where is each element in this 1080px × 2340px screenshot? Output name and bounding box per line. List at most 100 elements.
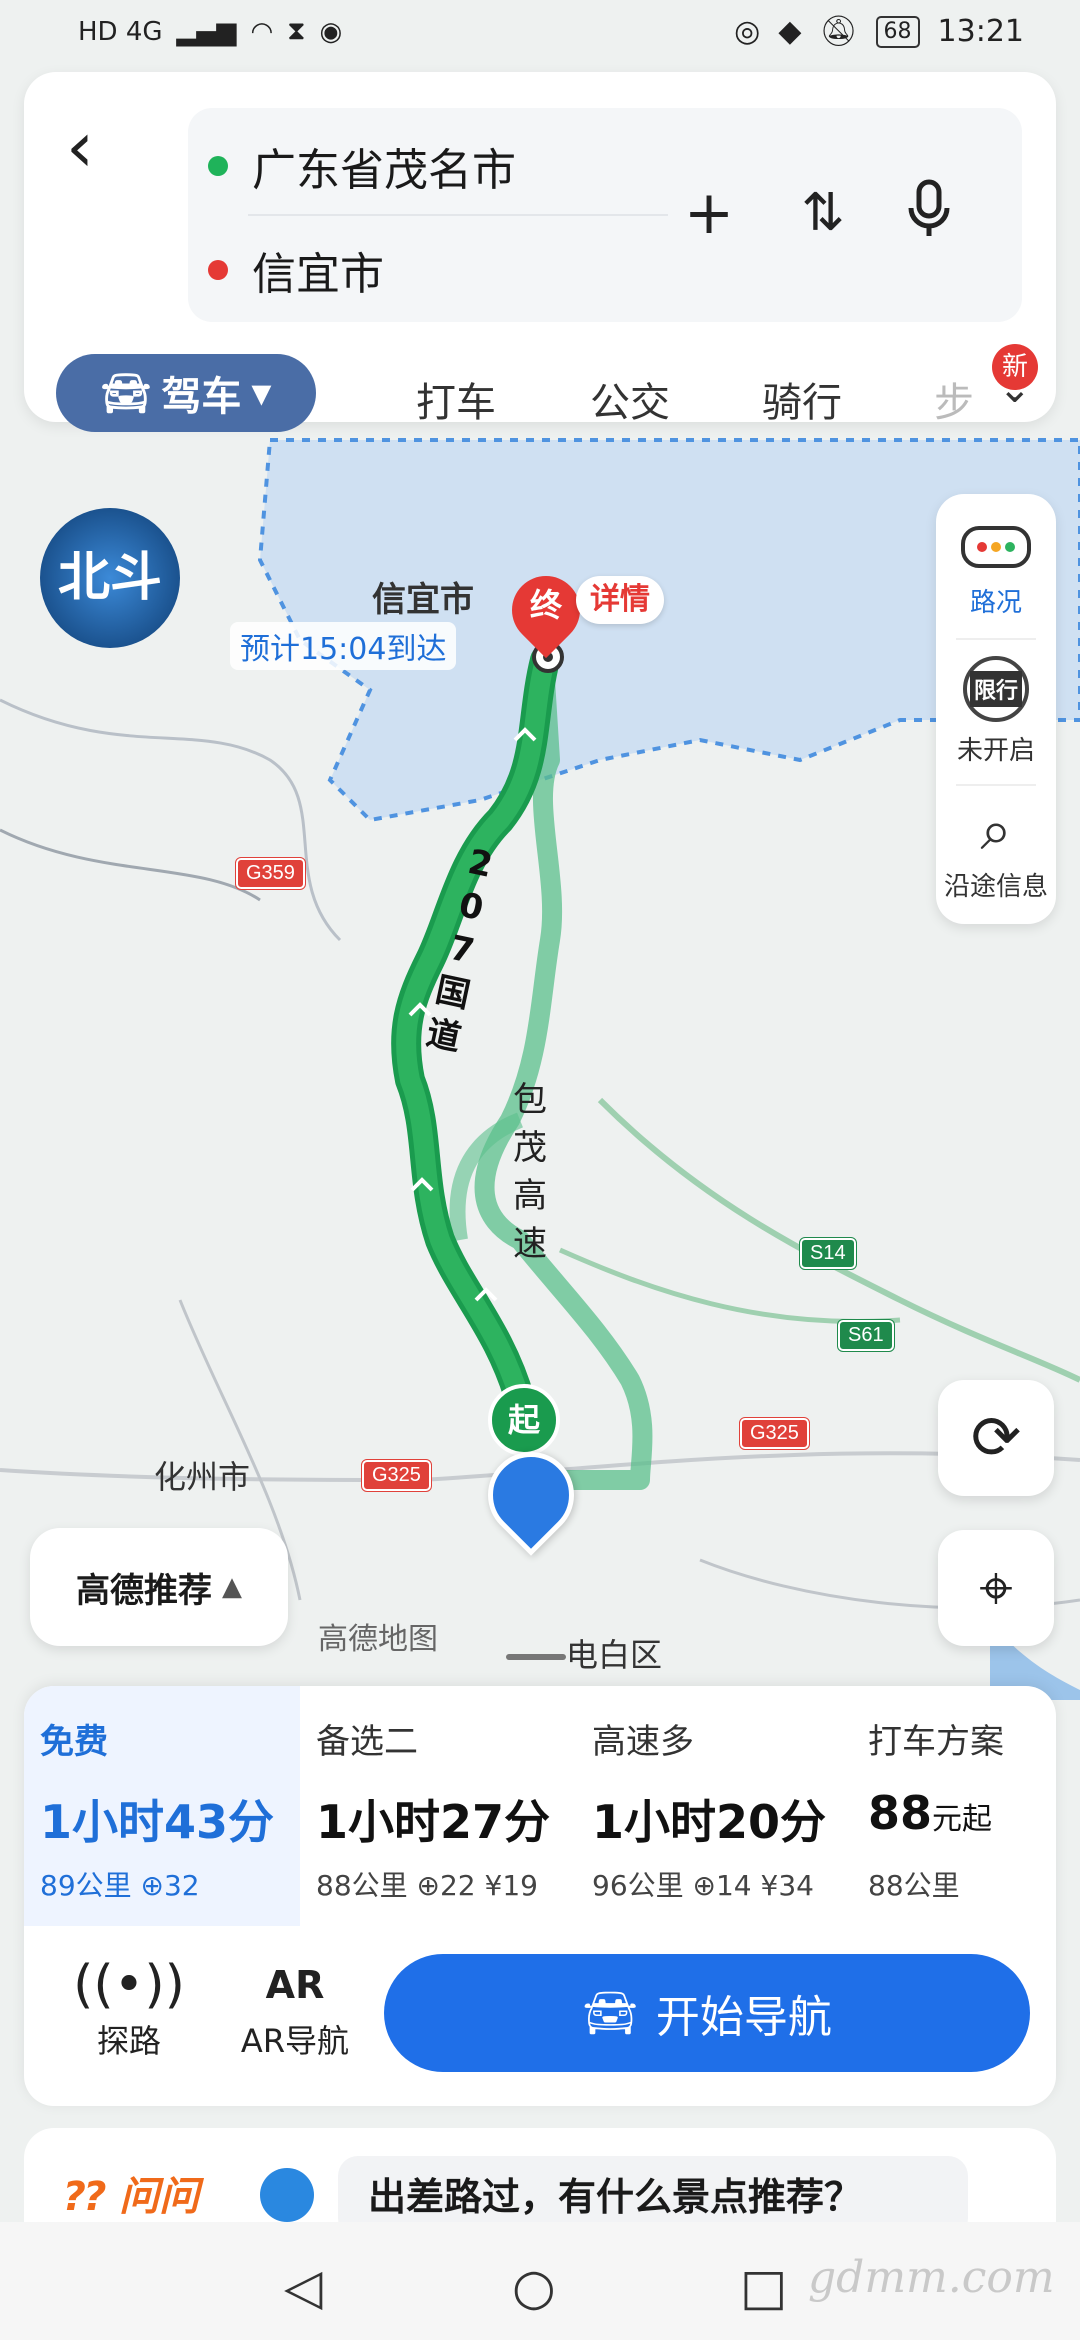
route-option-alt2[interactable]: 备选二 1小时27分 88公里 ⊕22 ¥19 bbox=[300, 1686, 576, 1926]
route-option-label: 备选二 bbox=[316, 1722, 418, 1762]
car-icon: 🚘︎ bbox=[100, 370, 152, 417]
route-option-detail: 88公里 bbox=[868, 1869, 960, 1902]
route-input-box: 广东省茂名市 信宜市 + ⇅ bbox=[188, 108, 1022, 322]
mode-drive[interactable]: 🚘︎ 驾车 ▾ bbox=[56, 354, 316, 432]
chat-question-icon: ⁇ bbox=[64, 2174, 106, 2220]
route-option-time: 1小时43分 bbox=[40, 1795, 275, 1849]
broadcast-icon: ((•)) bbox=[73, 1955, 185, 2015]
site-watermark: gdmm.com bbox=[808, 2252, 1055, 2303]
new-badge: 新 bbox=[992, 344, 1038, 390]
eye-care-icon: ◎ bbox=[734, 14, 761, 49]
car-icon: 🚘︎ bbox=[582, 1988, 638, 2039]
route-option-label: 免费 bbox=[40, 1722, 108, 1762]
recommend-sort-button[interactable]: 高德推荐 ▲ bbox=[30, 1528, 288, 1646]
transport-modes: 🚘︎ 驾车 ▾ 打车 公交 骑行 步 ⌄ bbox=[56, 354, 1056, 434]
place-huazhou: 化州市 bbox=[154, 1458, 251, 1496]
details-link[interactable]: 详情 bbox=[576, 576, 664, 624]
refresh-route-icon[interactable]: ⟳ bbox=[938, 1380, 1054, 1496]
destination-label: 信宜市 bbox=[372, 580, 474, 620]
route-divider bbox=[248, 214, 668, 216]
restriction-status-label: 未开启 bbox=[956, 736, 1035, 766]
map-tools-panel: 路况 限行 未开启 ⌕ 沿途信息 bbox=[936, 494, 1056, 924]
status-bar: HD 4G ▂▄▆ ◠ ⧗ ◉ ◎ ◆ 🔕︎ 68 13:21 bbox=[0, 0, 1080, 70]
mode-taxi[interactable]: 打车 bbox=[416, 370, 496, 428]
wifi-icon: ◠ bbox=[250, 16, 274, 47]
start-navigation-label: 开始导航 bbox=[655, 1992, 832, 2043]
eye-icon: ◉ bbox=[319, 16, 343, 47]
traffic-light-icon bbox=[961, 526, 1031, 568]
assistant-avatar bbox=[260, 2168, 314, 2222]
scale-bar bbox=[506, 1654, 566, 1660]
route-option-detail: 88公里 ⊕22 ¥19 bbox=[316, 1869, 538, 1902]
destination-dot-icon bbox=[208, 260, 228, 280]
explore-road-button[interactable]: ((•)) 探路 bbox=[64, 1954, 194, 2062]
along-route-info[interactable]: ⌕ 沿途信息 bbox=[936, 796, 1056, 903]
tool-divider bbox=[956, 638, 1036, 640]
origin-field[interactable]: 广东省茂名市 bbox=[188, 116, 668, 216]
signal-icon: ▂▄▆ bbox=[176, 16, 237, 47]
eta-label: 预计15:04到达 bbox=[230, 622, 457, 670]
road-baomao-label: 包茂高速 bbox=[513, 1080, 547, 1264]
add-waypoint-icon[interactable]: + bbox=[674, 178, 744, 248]
route-option-time: 1小时27分 bbox=[316, 1795, 551, 1849]
route-option-price: 88元起 bbox=[868, 1786, 993, 1840]
route-option-free[interactable]: 免费 1小时43分 89公里 ⊕32 bbox=[24, 1686, 300, 1926]
caret-down-icon: ▾ bbox=[251, 370, 272, 416]
route-options-sheet: 免费 1小时43分 89公里 ⊕32 备选二 1小时27分 88公里 ⊕22 ¥… bbox=[24, 1686, 1056, 2106]
caret-up-icon: ▲ bbox=[222, 1572, 242, 1602]
recommend-label: 高德推荐 bbox=[76, 1570, 212, 1611]
location-status-icon: ◆ bbox=[778, 14, 802, 49]
system-nav-bar: ◁ ○ □ gdmm.com bbox=[0, 2222, 1080, 2340]
locate-me-icon[interactable]: ⌖ bbox=[938, 1530, 1054, 1646]
swap-route-icon[interactable]: ⇅ bbox=[788, 178, 858, 248]
beidou-logo: 北斗 bbox=[40, 508, 180, 648]
explore-label: 探路 bbox=[96, 2022, 161, 2060]
route-option-detail: 89公里 ⊕32 bbox=[40, 1869, 200, 1902]
shield-g359: G359 bbox=[235, 857, 306, 890]
route-option-detail: 96公里 ⊕14 ¥34 bbox=[592, 1869, 814, 1902]
place-dianbai: 电白区 bbox=[566, 1636, 663, 1674]
shield-s61: S61 bbox=[837, 1319, 895, 1352]
traffic-toggle[interactable]: 路况 bbox=[936, 526, 1056, 619]
mute-icon: 🔕︎ bbox=[819, 14, 858, 49]
along-route-label: 沿途信息 bbox=[943, 872, 1048, 902]
route-option-taxi[interactable]: 打车方案 88元起 88公里 bbox=[852, 1686, 1056, 1926]
shield-g325-west: G325 bbox=[361, 1459, 432, 1492]
route-option-highway[interactable]: 高速多 1小时20分 96公里 ⊕14 ¥34 bbox=[576, 1686, 852, 1926]
origin-dot-icon bbox=[208, 156, 228, 176]
start-navigation-button[interactable]: 🚘︎ 开始导航 bbox=[384, 1954, 1030, 2072]
route-option-label: 高速多 bbox=[592, 1722, 694, 1762]
hourglass-icon: ⧗ bbox=[287, 16, 306, 46]
ar-icon: AR bbox=[265, 1963, 325, 2007]
network-indicator: HD 4G bbox=[78, 16, 163, 47]
ar-nav-button[interactable]: AR AR导航 bbox=[220, 1954, 370, 2062]
destination-field[interactable]: 信宜市 bbox=[188, 220, 668, 320]
battery-indicator: 68 bbox=[875, 15, 920, 48]
route-option-label: 打车方案 bbox=[868, 1722, 1004, 1762]
search-icon: ⌕ bbox=[980, 798, 1012, 863]
back-icon[interactable]: ‹ bbox=[66, 112, 136, 192]
route-option-time: 1小时20分 bbox=[592, 1795, 827, 1849]
tool-divider bbox=[956, 784, 1036, 786]
ask-label: ⁇ 问问 bbox=[64, 2174, 200, 2220]
restriction-toggle[interactable]: 限行 未开启 bbox=[936, 656, 1056, 767]
start-marker[interactable]: 起 bbox=[488, 1384, 560, 1456]
nav-recents-icon[interactable]: □ bbox=[740, 2258, 787, 2316]
mode-drive-label: 驾车 bbox=[161, 374, 242, 420]
gaode-map-watermark: 高德地图 bbox=[318, 1622, 438, 1657]
route-header-card: ‹ 广东省茂名市 信宜市 + ⇅ 🚘︎ 驾车 ▾ 打车 公交 骑行 步 ⌄ 新 bbox=[24, 72, 1056, 432]
nav-home-icon[interactable]: ○ bbox=[512, 2258, 556, 2316]
mode-walk[interactable]: 步 bbox=[934, 370, 974, 428]
mode-bus[interactable]: 公交 bbox=[590, 370, 670, 428]
origin-text: 广东省茂名市 bbox=[252, 145, 516, 196]
voice-input-icon[interactable] bbox=[894, 178, 964, 255]
shield-g325-east: G325 bbox=[739, 1417, 810, 1450]
traffic-label: 路况 bbox=[969, 588, 1022, 618]
nav-back-icon[interactable]: ◁ bbox=[284, 2258, 322, 2316]
restriction-icon: 限行 bbox=[963, 656, 1029, 722]
shield-s14: S14 bbox=[799, 1237, 857, 1270]
ar-label: AR导航 bbox=[240, 2022, 350, 2060]
clock: 13:21 bbox=[937, 14, 1024, 49]
end-marker-label: 终 bbox=[529, 586, 562, 624]
mode-bike[interactable]: 骑行 bbox=[762, 370, 842, 428]
